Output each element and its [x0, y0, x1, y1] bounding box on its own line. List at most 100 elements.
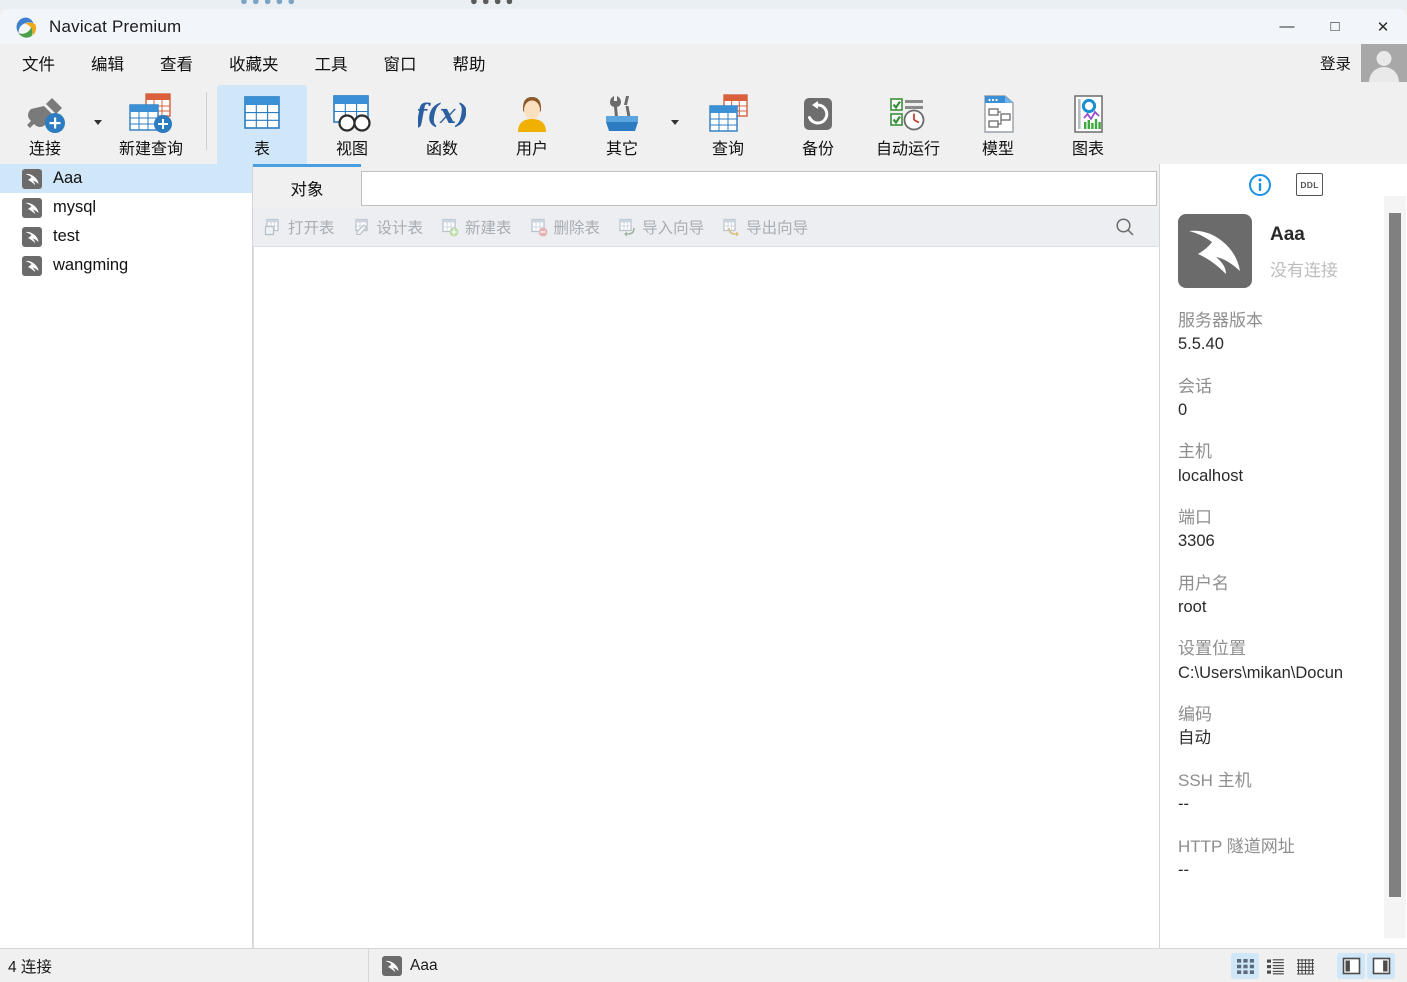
- chart-report-icon: [1066, 91, 1110, 137]
- maximize-icon[interactable]: □: [1311, 9, 1359, 44]
- sidebar-item-aaa[interactable]: Aaa: [0, 164, 252, 193]
- field-key: 编码: [1178, 705, 1212, 725]
- function-fx-icon: f(x): [418, 91, 466, 137]
- design-table-label: 设计表: [376, 220, 424, 237]
- toolbar-button-automation[interactable]: 自动运行: [863, 85, 953, 165]
- toggle-right-panel-button[interactable]: [1367, 953, 1395, 979]
- menu-item-help[interactable]: 帮助: [439, 47, 500, 79]
- toolbar-button-query[interactable]: 查询: [683, 85, 773, 165]
- other-dropdown-caret-icon[interactable]: [667, 85, 683, 159]
- window-controls: — □ ✕: [1263, 9, 1407, 44]
- open-table-label: 打开表: [288, 220, 335, 237]
- delete-table-icon: [530, 218, 549, 237]
- open-table-button[interactable]: 打开表: [257, 212, 342, 242]
- toolbar-label-view: 视图: [335, 141, 368, 158]
- field-value: localhost: [1178, 466, 1244, 485]
- field-value: --: [1178, 860, 1189, 879]
- menu-item-favorites[interactable]: 收藏夹: [215, 47, 293, 79]
- login-area: 登录: [1320, 44, 1407, 82]
- info-panel-scrollbar[interactable]: [1384, 196, 1406, 938]
- login-button[interactable]: 登录: [1320, 52, 1361, 74]
- menu-item-view[interactable]: 查看: [146, 47, 207, 79]
- left-panel-icon: [1342, 957, 1360, 975]
- toolbar-button-chart[interactable]: 图表: [1043, 85, 1133, 165]
- toggle-left-panel-button[interactable]: [1337, 953, 1365, 979]
- list-view-button[interactable]: [1261, 953, 1289, 979]
- sidebar-item-wangming[interactable]: wangming: [0, 251, 252, 280]
- export-wizard-icon: [722, 218, 741, 237]
- field-server-version: 服务器版本 5.5.40: [1178, 310, 1407, 356]
- grid-view-button[interactable]: [1231, 953, 1259, 979]
- field-key: HTTP 隧道网址: [1178, 836, 1295, 856]
- design-table-button[interactable]: 设计表: [346, 212, 431, 242]
- tab-objects[interactable]: 对象: [253, 167, 361, 208]
- new-table-button[interactable]: 新建表: [434, 212, 519, 242]
- user-avatar-icon[interactable]: [1361, 44, 1407, 82]
- navicat-logo-icon: [14, 15, 38, 39]
- background-window-strip: ●●●●● ●●●●: [0, 0, 1407, 9]
- toolbar-button-view[interactable]: 视图: [307, 85, 397, 165]
- field-sessions: 会话 0: [1178, 376, 1407, 422]
- backup-restore-icon: [796, 91, 840, 137]
- menu-item-window[interactable]: 窗口: [370, 47, 431, 79]
- toolbar-label-model: 模型: [981, 141, 1014, 158]
- connection-name: Aaa: [1270, 224, 1305, 245]
- toolbar-button-backup[interactable]: 备份: [773, 85, 863, 165]
- connection-dropdown-caret-icon[interactable]: [90, 85, 106, 159]
- table-icon: [239, 91, 285, 137]
- toolbar-label-backup: 备份: [801, 141, 834, 158]
- connection-count-label: 4 连接: [8, 959, 52, 976]
- mysql-dolphin-icon: [382, 956, 402, 976]
- toolbar-button-new-query[interactable]: 新建查询: [106, 85, 196, 165]
- field-value: 3306: [1178, 532, 1215, 551]
- field-key: 用户名: [1178, 573, 1229, 593]
- status-bar: 4 连接 Aaa: [0, 948, 1407, 982]
- object-filter-input[interactable]: [361, 171, 1157, 206]
- main-toolbar: 连接 新建查询 表 视图 f(x) 函数 用户 其它 查询 备份 自动运行 模型…: [0, 82, 1407, 165]
- status-current-connection: Aaa: [382, 956, 438, 976]
- mysql-dolphin-icon: [22, 255, 42, 276]
- navicat-window: ●●●●● ●●●● Navicat Premium — □ ✕ 文件 编辑 查…: [0, 0, 1407, 982]
- menu-item-edit[interactable]: 编辑: [77, 47, 138, 79]
- connection-details-list: 服务器版本 5.5.40 会话 0 主机 localhost 端口 3306 用…: [1160, 288, 1407, 881]
- close-icon[interactable]: ✕: [1359, 9, 1407, 44]
- info-panel-header: Aaa 没有连接: [1160, 206, 1407, 288]
- delete-table-button[interactable]: 删除表: [523, 212, 608, 242]
- ddl-icon[interactable]: DDL: [1296, 173, 1323, 197]
- scrollbar-thumb[interactable]: [1389, 213, 1401, 897]
- toolbar-button-connection[interactable]: 连接: [0, 85, 90, 165]
- field-username: 用户名 root: [1178, 573, 1407, 619]
- user-icon: [510, 91, 554, 137]
- right-panel-icon: [1372, 957, 1390, 975]
- toolbar-button-function[interactable]: f(x) 函数: [397, 85, 487, 165]
- menu-item-tools[interactable]: 工具: [301, 47, 362, 79]
- field-value: 5.5.40: [1178, 335, 1224, 354]
- field-port: 端口 3306: [1178, 507, 1407, 553]
- minimize-icon[interactable]: —: [1263, 9, 1311, 44]
- current-connection-label: Aaa: [410, 957, 438, 974]
- sidebar-item-test[interactable]: test: [0, 222, 252, 251]
- info-circle-icon[interactable]: [1248, 173, 1272, 197]
- mysql-dolphin-icon: [22, 168, 42, 189]
- ddl-label: DDL: [1296, 173, 1323, 196]
- new-table-icon: [441, 218, 460, 237]
- toolbar-button-model[interactable]: 模型: [953, 85, 1043, 165]
- menu-item-file[interactable]: 文件: [8, 47, 69, 79]
- export-wizard-label: 导出向导: [746, 220, 809, 237]
- object-list-area[interactable]: [253, 247, 1159, 948]
- object-toolbar: 打开表 设计表 新建表 删除表 导入向导 导出向导: [253, 208, 1158, 247]
- mysql-dolphin-icon: [1178, 214, 1252, 288]
- detail-view-button[interactable]: [1291, 953, 1319, 979]
- search-icon[interactable]: [1114, 216, 1136, 238]
- toolbar-label-query: 查询: [711, 141, 744, 158]
- sidebar-item-mysql[interactable]: mysql: [0, 193, 252, 222]
- window-title: Navicat Premium: [49, 16, 182, 36]
- export-wizard-button[interactable]: 导出向导: [715, 212, 815, 242]
- toolbar-button-table[interactable]: 表: [217, 85, 307, 165]
- toolbar-button-other[interactable]: 其它: [577, 85, 667, 165]
- toolbar-label-other: 其它: [605, 141, 638, 158]
- import-wizard-button[interactable]: 导入向导: [611, 212, 711, 242]
- toolbar-button-user[interactable]: 用户: [487, 85, 577, 165]
- info-panel: DDL Aaa 没有连接 服务器版本 5.5.40 会话 0 主机 localh…: [1159, 164, 1407, 948]
- import-wizard-label: 导入向导: [642, 220, 705, 237]
